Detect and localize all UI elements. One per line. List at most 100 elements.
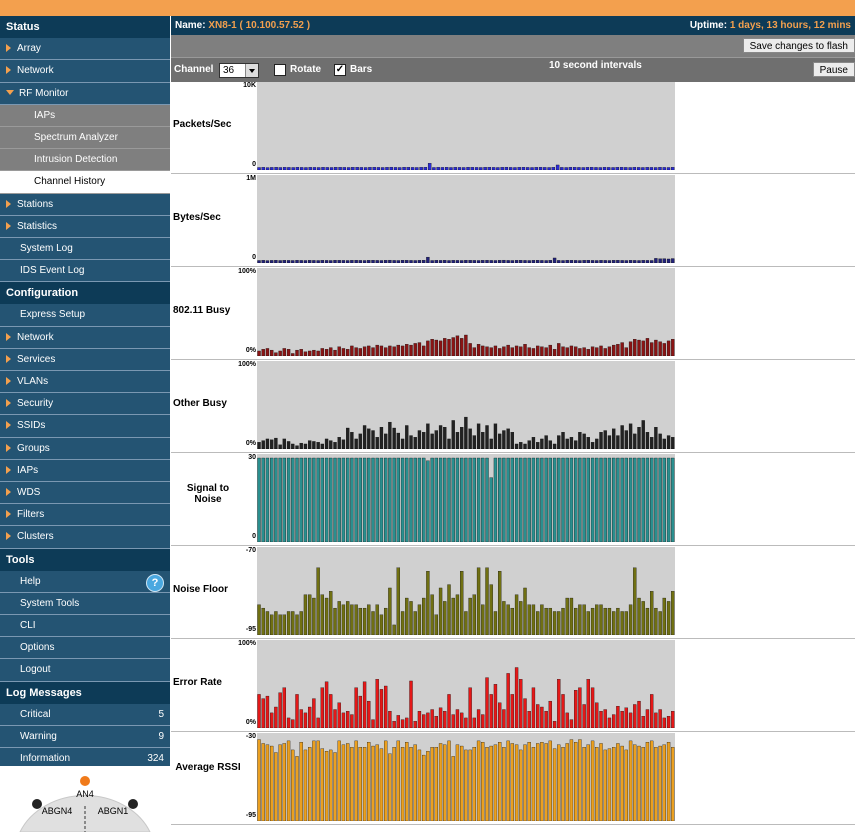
chart-bar <box>468 343 472 357</box>
chart-bar <box>523 744 527 822</box>
help-icon[interactable]: ? <box>146 573 164 592</box>
chart-bar <box>519 601 523 636</box>
chart-bar <box>523 344 527 357</box>
sidebar-item-log-warning[interactable]: Warning 9 <box>0 726 170 749</box>
chevron-down-icon[interactable] <box>245 64 258 77</box>
sidebar-item-system-tools[interactable]: System Tools <box>0 592 170 616</box>
chart-bar <box>510 694 515 729</box>
chart-bar <box>466 167 470 171</box>
chart-bar <box>409 260 413 264</box>
uptime: Uptime: 1 days, 13 hours, 12 mins <box>690 16 851 35</box>
chart-bar <box>388 711 392 729</box>
chart-bar <box>341 744 346 822</box>
chart-bar <box>624 430 628 450</box>
chart-bar <box>489 260 493 264</box>
sidebar-item-config-vlans[interactable]: VLANs <box>0 371 170 394</box>
chart-bar <box>308 350 312 357</box>
chart-bar <box>548 700 552 729</box>
sidebar-item-network[interactable]: Network <box>0 60 170 83</box>
sidebar-item-stations[interactable]: Stations <box>0 193 170 216</box>
ap-radio-an4 <box>80 776 90 786</box>
chart-bar <box>362 425 367 450</box>
chart-bar <box>362 747 367 822</box>
sidebar-item-system-log[interactable]: System Log <box>0 237 170 261</box>
channel-select[interactable]: 36 <box>219 63 259 78</box>
chart-bar <box>396 740 401 822</box>
chart-bar <box>666 457 671 543</box>
sidebar-item-array[interactable]: Array <box>0 38 170 61</box>
chart-bar <box>346 601 350 636</box>
chart-bar <box>464 611 468 636</box>
sidebar-item-channel-history[interactable]: Channel History <box>0 171 170 194</box>
chart-bar <box>607 346 612 357</box>
sidebar-item-config-express-setup[interactable]: Express Setup <box>0 304 170 327</box>
chart-bar <box>485 457 489 543</box>
chart-bar <box>481 260 485 264</box>
chart-bar <box>658 341 662 357</box>
chart-bar <box>671 711 675 729</box>
chart-bar <box>257 457 261 543</box>
bars-checkbox[interactable]: ✓ <box>334 64 346 76</box>
sidebar: Status Array Network RF Monitor IAPs Spectrum… <box>0 16 170 832</box>
chart-bar <box>257 167 261 171</box>
sidebar-item-config-security[interactable]: Security <box>0 393 170 416</box>
chart-bar <box>282 260 286 264</box>
chart-bar <box>506 457 510 543</box>
chart-bar <box>392 747 396 822</box>
sidebar-item-spectrum-analyzer[interactable]: Spectrum Analyzer <box>0 126 170 150</box>
sidebar-item-log-critical[interactable]: Critical 5 <box>0 703 170 726</box>
y-min-label: 0 <box>252 254 256 261</box>
chart-bar <box>658 709 662 729</box>
sidebar-item-logout[interactable]: Logout <box>0 659 170 682</box>
log-count: 9 <box>158 731 164 742</box>
sidebar-item-options[interactable]: Options <box>0 637 170 660</box>
sidebar-item-config-clusters[interactable]: Clusters <box>0 526 170 549</box>
chart-bar <box>519 457 523 543</box>
sidebar-item-config-ssids[interactable]: SSIDs <box>0 415 170 438</box>
sidebar-item-config-groups[interactable]: Groups <box>0 437 170 460</box>
chart-bar <box>464 334 468 357</box>
chart-bar <box>498 433 502 450</box>
rotate-label: Rotate <box>290 64 322 75</box>
chart-bar <box>426 423 430 450</box>
sidebar-item-config-filters[interactable]: Filters <box>0 504 170 527</box>
chart-bar <box>299 709 303 729</box>
chart-svg <box>257 163 675 171</box>
chart-bar <box>586 744 590 822</box>
pause-button[interactable]: Pause <box>812 62 855 77</box>
chart-bar <box>569 719 574 729</box>
sidebar-item-config-iaps[interactable]: IAPs <box>0 459 170 482</box>
sidebar-item-statistics[interactable]: Statistics <box>0 215 170 238</box>
chart-bar <box>354 347 358 357</box>
sidebar-item-intrusion-detection[interactable]: Intrusion Detection <box>0 149 170 172</box>
chart-bar <box>320 348 325 357</box>
chart-bar <box>455 457 460 543</box>
sidebar-item-config-wds[interactable]: WDS <box>0 481 170 505</box>
chart-bar <box>270 712 274 729</box>
sidebar-item-config-services[interactable]: Services <box>0 348 170 371</box>
chart-bar <box>367 345 371 357</box>
chart-panel: Packets/Sec 10K 0 <box>171 81 855 174</box>
chart-bar <box>291 457 295 543</box>
sidebar-item-help[interactable]: Help? <box>0 570 170 593</box>
chart-bar <box>367 742 371 822</box>
chart-bar <box>451 714 455 729</box>
rotate-checkbox[interactable] <box>274 64 286 76</box>
chart-bar <box>502 346 506 357</box>
chart-bar <box>472 435 477 450</box>
chart-bar <box>489 438 493 450</box>
sidebar-item-ids-event-log[interactable]: IDS Event Log <box>0 260 170 283</box>
sidebar-item-cli[interactable]: CLI <box>0 615 170 638</box>
header-bar: Name: XN8-1 ( 10.100.57.52 ) Uptime: 1 d… <box>171 16 855 35</box>
save-changes-button[interactable]: Save changes to flash <box>742 38 855 53</box>
sidebar-item-rf-monitor[interactable]: RF Monitor <box>0 82 170 105</box>
chart-bar <box>527 457 531 543</box>
chart-bar <box>358 695 363 729</box>
chart-bar <box>548 457 552 543</box>
chart-bar <box>261 607 265 636</box>
chart-bar <box>295 457 299 543</box>
chart-bar <box>586 260 590 264</box>
sidebar-item-config-network[interactable]: Network <box>0 326 170 349</box>
chart-bar <box>543 167 547 171</box>
sidebar-item-iaps[interactable]: IAPs <box>0 104 170 127</box>
